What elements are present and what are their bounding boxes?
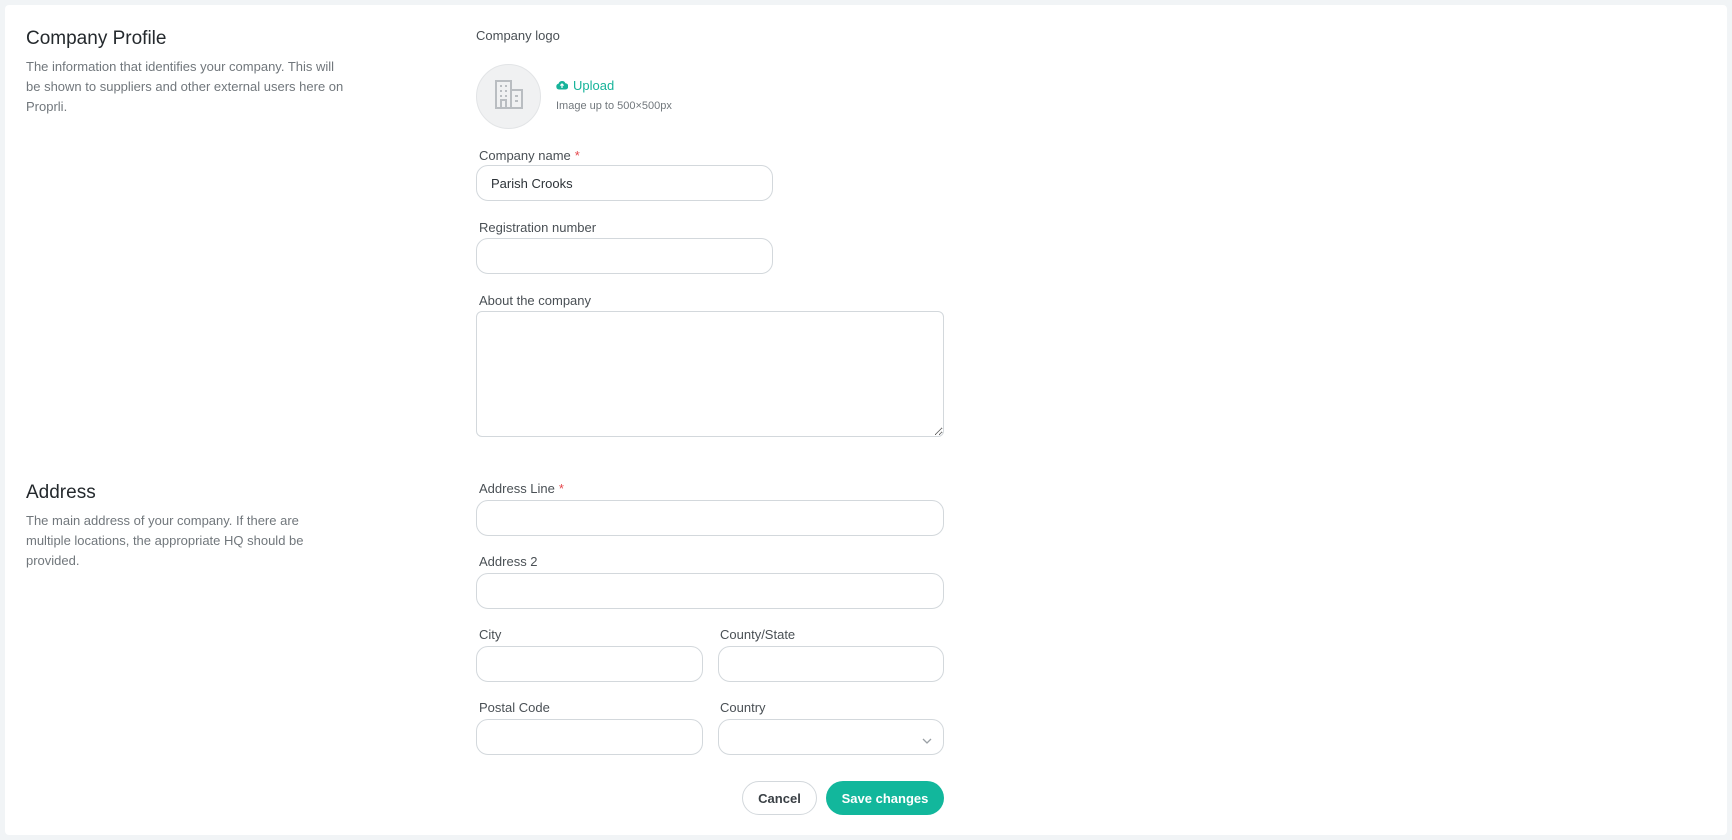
upload-label: Upload [573,78,615,93]
required-mark: * [574,148,580,163]
address-2-input[interactable] [476,573,944,609]
address-2-label: Address 2 [479,554,538,569]
building-icon [491,76,527,117]
country-select-value[interactable] [718,719,944,755]
city-input[interactable] [476,646,703,682]
company-profile-title: Company Profile [26,28,167,49]
company-profile-description: The information that identifies your com… [26,59,344,114]
country-select[interactable] [718,719,944,755]
about-company-label: About the company [479,293,592,308]
postal-code-input[interactable] [476,719,703,755]
company-name-label: Company name * [479,148,580,163]
cancel-button[interactable]: Cancel [742,781,817,815]
company-logo-placeholder[interactable] [476,64,541,129]
upload-logo-link[interactable]: Upload [556,78,614,93]
upload-hint: Image up to 500×500px [556,100,672,112]
address-title: Address [26,482,96,503]
country-label: Country [720,700,766,715]
city-label: City [479,627,502,642]
county-state-input[interactable] [718,646,944,682]
postal-code-label: Postal Code [479,700,550,715]
save-changes-button[interactable]: Save changes [826,781,944,815]
registration-number-label: Registration number [479,220,597,235]
address-description: The main address of your company. If the… [26,513,304,568]
required-mark: * [558,481,564,496]
address-line-input[interactable] [476,500,944,536]
company-name-label-text: Company name [479,148,571,163]
cloud-upload-icon [556,78,569,93]
address-line-label-text: Address Line [479,481,555,496]
chevron-down-icon [922,732,932,750]
company-logo-label: Company logo [476,28,560,43]
about-company-textarea[interactable] [476,311,944,437]
company-name-input[interactable] [476,165,773,201]
registration-number-input[interactable] [476,238,773,274]
county-state-label: County/State [720,627,796,642]
address-line-label: Address Line * [479,481,564,496]
